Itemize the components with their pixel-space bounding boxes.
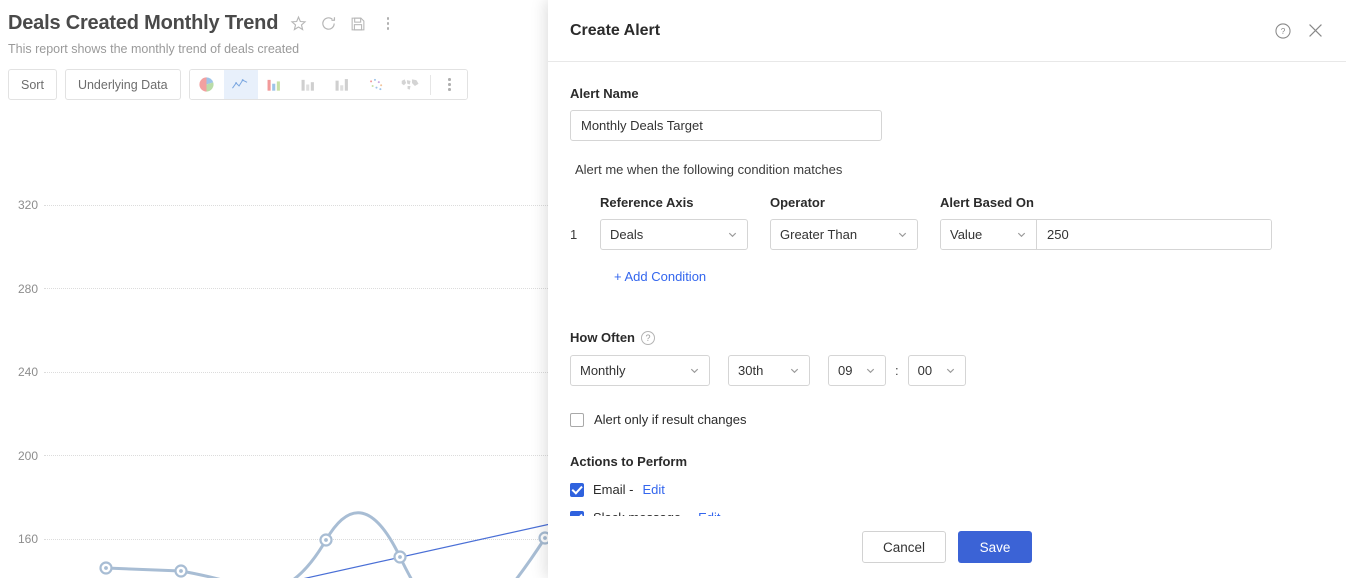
chevron-down-icon xyxy=(689,365,700,376)
minute-select[interactable]: 00 xyxy=(907,355,966,386)
create-alert-modal: Create Alert ? Alert Name Alert me when … xyxy=(548,0,1346,578)
favorite-star-icon[interactable] xyxy=(288,14,308,34)
alert-based-on-select[interactable]: Value xyxy=(941,220,1037,249)
hour-select[interactable]: 09 xyxy=(828,355,886,386)
minute-value: 00 xyxy=(917,363,933,378)
slack-action-checkbox[interactable] xyxy=(570,510,584,516)
save-button[interactable]: Save xyxy=(958,531,1032,563)
slack-edit-link[interactable]: Edit xyxy=(698,510,720,516)
how-often-row: Monthly 30th 09: 00 xyxy=(570,355,1324,386)
alert-based-on-group: Value xyxy=(940,219,1272,250)
more-options-icon[interactable] xyxy=(378,14,398,34)
condition-intro-text: Alert me when the following condition ma… xyxy=(575,162,843,177)
chevron-down-icon xyxy=(945,365,956,376)
frequency-select[interactable]: Monthly xyxy=(570,355,710,386)
frequency-value: Monthly xyxy=(580,363,626,378)
action-row-slack: Slack message - Edit xyxy=(570,510,1324,516)
close-icon[interactable] xyxy=(1302,18,1328,44)
chevron-down-icon xyxy=(727,229,738,240)
scatter-chart-icon[interactable] xyxy=(359,70,394,99)
modal-header: Create Alert ? xyxy=(548,0,1346,62)
modal-title: Create Alert xyxy=(570,21,661,39)
help-circle-icon[interactable]: ? xyxy=(641,330,655,345)
actions-to-perform-label: Actions to Perform xyxy=(570,454,688,469)
report-toolbar: Sort Underlying Data xyxy=(8,69,468,100)
bar-chart-icon[interactable] xyxy=(257,70,292,99)
chart-type-group xyxy=(188,69,468,100)
action-row-email: Email - Edit xyxy=(570,482,1324,497)
save-icon[interactable] xyxy=(348,14,368,34)
condition-value-input[interactable] xyxy=(1037,220,1271,249)
result-changes-checkbox[interactable] xyxy=(570,412,584,427)
alert-name-input[interactable] xyxy=(570,110,882,141)
modal-footer: Cancel Save xyxy=(548,516,1346,578)
how-often-label: How Often xyxy=(570,330,635,345)
refresh-icon[interactable] xyxy=(318,14,338,34)
toolbar-divider xyxy=(429,74,431,95)
day-value: 30th xyxy=(738,363,764,378)
reference-axis-select[interactable]: Deals xyxy=(600,219,748,250)
stacked-bar-chart-icon[interactable] xyxy=(291,70,326,99)
result-changes-label: Alert only if result changes xyxy=(594,412,747,427)
help-circle-icon[interactable]: ? xyxy=(1270,18,1296,44)
alert-name-label: Alert Name xyxy=(570,86,639,101)
column-header-alert-based-on: Alert Based On xyxy=(940,195,1034,210)
how-often-label-row: How Often ? xyxy=(570,330,1324,345)
map-chart-icon[interactable] xyxy=(393,70,428,99)
sort-button[interactable]: Sort xyxy=(8,69,57,100)
add-condition-link[interactable]: + Add Condition xyxy=(614,269,706,284)
report-subtitle: This report shows the monthly trend of d… xyxy=(8,42,300,56)
email-action-label: Email - xyxy=(593,482,634,497)
time-separator: : xyxy=(895,363,899,378)
result-changes-row[interactable]: Alert only if result changes xyxy=(570,412,1324,427)
operator-value: Greater Than xyxy=(780,227,858,242)
alert-based-on-value: Value xyxy=(950,227,983,242)
page-title: Deals Created Monthly Trend xyxy=(8,12,279,34)
chevron-down-icon xyxy=(865,365,876,376)
pie-chart-icon[interactable] xyxy=(189,70,224,99)
condition-index: 1 xyxy=(570,227,578,242)
column-header-operator: Operator xyxy=(770,195,825,210)
chevron-down-icon xyxy=(897,229,908,240)
grouped-bar-chart-icon[interactable] xyxy=(325,70,360,99)
day-select[interactable]: 30th xyxy=(728,355,810,386)
cancel-button[interactable]: Cancel xyxy=(862,531,946,563)
modal-body: Alert Name Alert me when the following c… xyxy=(548,62,1346,516)
underlying-data-button[interactable]: Underlying Data xyxy=(64,69,181,100)
report-title-row: Deals Created Monthly Trend xyxy=(8,12,398,35)
email-edit-link[interactable]: Edit xyxy=(642,482,664,497)
chevron-down-icon xyxy=(1016,229,1027,240)
condition-row: 1 Deals Greater Than Value 250 xyxy=(570,219,1324,250)
slack-action-label: Slack message - xyxy=(593,510,689,516)
column-header-reference-axis: Reference Axis xyxy=(600,195,694,210)
email-action-checkbox[interactable] xyxy=(570,482,584,497)
svg-text:?: ? xyxy=(1281,27,1286,36)
operator-select[interactable]: Greater Than xyxy=(770,219,918,250)
condition-column-headers: Reference Axis Operator Alert Based On xyxy=(570,195,1324,210)
chevron-down-icon xyxy=(789,365,800,376)
line-chart-icon[interactable] xyxy=(223,70,258,99)
chart-more-options-icon[interactable] xyxy=(432,70,467,99)
reference-axis-value: Deals xyxy=(610,227,644,242)
hour-value: 09 xyxy=(838,363,853,378)
